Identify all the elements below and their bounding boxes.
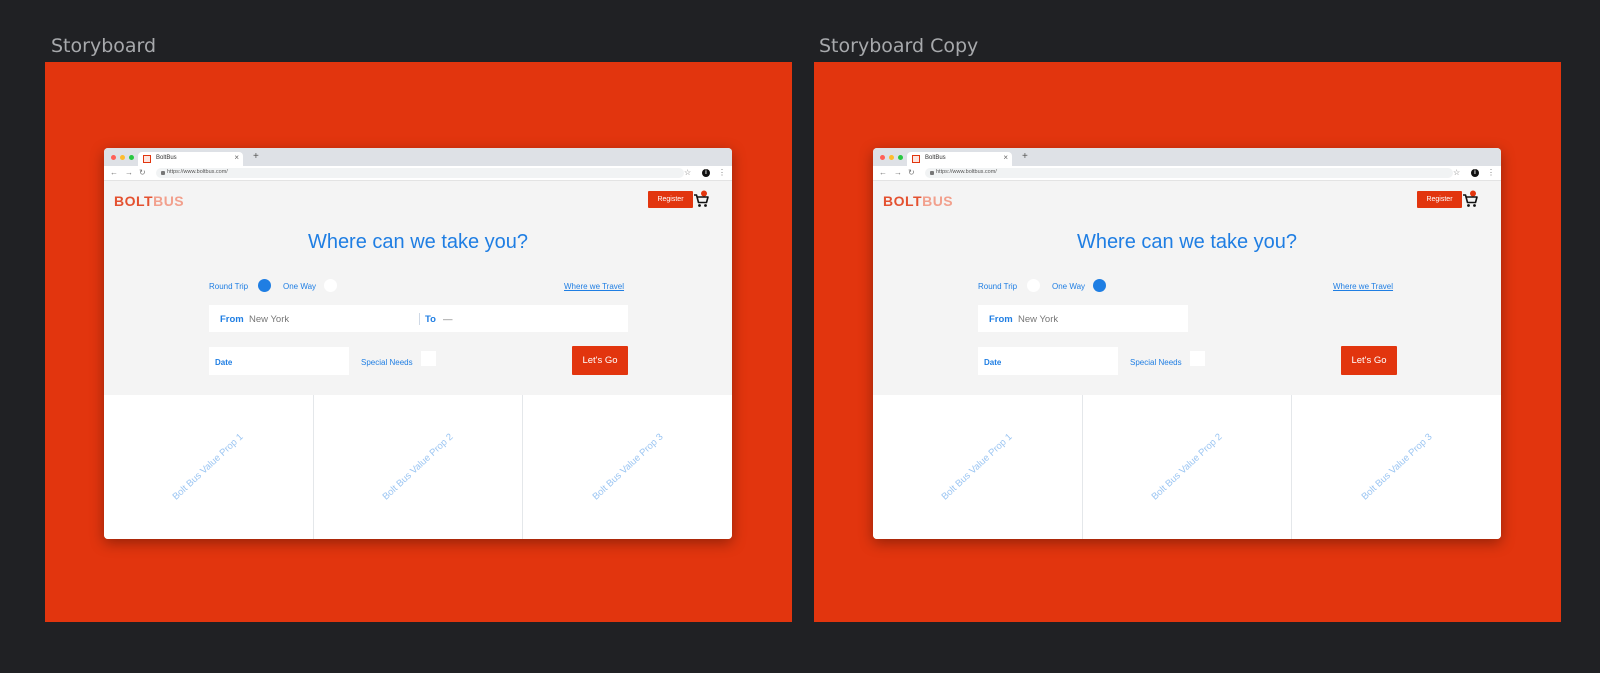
close-icon[interactable]: × <box>1003 153 1008 162</box>
round-trip-label: Round Trip <box>978 282 1018 291</box>
browser-window: BoltBus × + ← → ↻ https://www.boltbus.co… <box>104 148 732 539</box>
value-prop-text: Bolt Bus Value Prop 1 <box>170 431 246 503</box>
value-props: Bolt Bus Value Prop 1 Bolt Bus Value Pro… <box>873 395 1501 539</box>
maximize-window-dot[interactable] <box>129 155 134 160</box>
field-divider <box>419 313 420 325</box>
from-label: From <box>220 314 244 325</box>
lock-icon <box>930 171 934 175</box>
one-way-label: One Way <box>283 282 317 291</box>
close-window-dot[interactable] <box>880 155 885 160</box>
value-prop-text: Bolt Bus Value Prop 3 <box>1359 431 1435 503</box>
where-we-travel-link[interactable]: Where we Travel <box>1333 282 1393 291</box>
reload-icon[interactable]: ↻ <box>908 168 915 178</box>
one-way-label: One Way <box>1052 282 1086 291</box>
to-input[interactable]: — <box>443 314 453 325</box>
special-needs-checkbox[interactable] <box>421 351 436 366</box>
address-bar: ← → ↻ https://www.boltbus.com/ ☆ i ⋮ <box>873 166 1501 181</box>
forward-arrow-icon[interactable]: → <box>125 168 133 178</box>
reload-icon[interactable]: ↻ <box>139 168 146 178</box>
date-field[interactable]: Date <box>978 347 1118 375</box>
url-field[interactable]: https://www.boltbus.com/ <box>156 168 684 178</box>
round-trip-label: Round Trip <box>209 282 249 291</box>
page-title: Where can we take you? <box>1076 231 1298 253</box>
menu-dots-icon[interactable]: ⋮ <box>1487 168 1495 178</box>
page-title: Where can we take you? <box>307 231 529 253</box>
date-label: Date <box>215 358 233 367</box>
artboard-title: Storyboard <box>51 35 157 57</box>
special-needs-checkbox[interactable] <box>1190 351 1205 366</box>
extension-icon[interactable]: i <box>1471 169 1479 177</box>
one-way-radio[interactable] <box>324 279 337 292</box>
browser-tab[interactable]: BoltBus × <box>138 152 243 166</box>
from-label: From <box>989 314 1013 325</box>
close-icon[interactable]: × <box>234 153 239 162</box>
value-prop-card: Bolt Bus Value Prop 2 <box>1082 395 1293 539</box>
extension-icon[interactable]: i <box>702 169 710 177</box>
where-we-travel-link[interactable]: Where we Travel <box>564 282 624 291</box>
value-prop-card: Bolt Bus Value Prop 1 <box>104 395 314 539</box>
back-arrow-icon[interactable]: ← <box>879 168 887 178</box>
shopping-cart-icon[interactable] <box>1462 190 1478 208</box>
url-field[interactable]: https://www.boltbus.com/ <box>925 168 1453 178</box>
minimize-window-dot[interactable] <box>889 155 894 160</box>
menu-dots-icon[interactable]: ⋮ <box>718 168 726 178</box>
plus-icon[interactable]: + <box>1022 151 1028 163</box>
value-prop-text: Bolt Bus Value Prop 2 <box>380 431 456 503</box>
value-prop-card: Bolt Bus Value Prop 3 <box>523 395 732 539</box>
value-prop-text: Bolt Bus Value Prop 1 <box>939 431 1015 503</box>
lock-icon <box>161 171 165 175</box>
plus-icon[interactable]: + <box>253 151 259 163</box>
date-label: Date <box>984 358 1002 367</box>
one-way-radio[interactable] <box>1093 279 1106 292</box>
value-prop-text: Bolt Bus Value Prop 3 <box>590 431 666 503</box>
value-prop-text: Bolt Bus Value Prop 2 <box>1149 431 1225 503</box>
boltbus-logo[interactable]: BOLTBUS <box>883 193 953 209</box>
shopping-cart-icon[interactable] <box>693 190 709 208</box>
tab-title: BoltBus <box>925 155 946 161</box>
maximize-window-dot[interactable] <box>898 155 903 160</box>
lets-go-button[interactable]: Let's Go <box>1341 346 1397 375</box>
star-icon[interactable]: ☆ <box>1453 168 1460 178</box>
value-prop-card: Bolt Bus Value Prop 3 <box>1292 395 1501 539</box>
round-trip-radio[interactable] <box>258 279 271 292</box>
from-input[interactable]: New York <box>1018 314 1058 325</box>
favicon-icon <box>143 155 151 163</box>
route-input: From New York <box>978 305 1188 332</box>
boltbus-logo[interactable]: BOLTBUS <box>114 193 184 209</box>
close-window-dot[interactable] <box>111 155 116 160</box>
tab-bar: BoltBus × + <box>873 148 1501 166</box>
browser-tab[interactable]: BoltBus × <box>907 152 1012 166</box>
star-icon[interactable]: ☆ <box>684 168 691 178</box>
register-button[interactable]: Register <box>648 191 693 208</box>
special-needs-label: Special Needs <box>1130 358 1182 367</box>
address-bar: ← → ↻ https://www.boltbus.com/ ☆ i ⋮ <box>104 166 732 181</box>
boltbus-page: BOLTBUS Register Where can we take you? … <box>104 181 732 539</box>
url-text: https://www.boltbus.com/ <box>167 169 228 175</box>
artboard-storyboard: BoltBus × + ← → ↻ https://www.boltbus.co… <box>45 62 792 622</box>
tab-title: BoltBus <box>156 155 177 161</box>
value-prop-card: Bolt Bus Value Prop 2 <box>313 395 524 539</box>
artboard-title: Storyboard Copy <box>819 35 979 57</box>
tab-bar: BoltBus × + <box>104 148 732 166</box>
to-label: To <box>425 314 436 325</box>
favicon-icon <box>912 155 920 163</box>
minimize-window-dot[interactable] <box>120 155 125 160</box>
date-field[interactable]: Date <box>209 347 349 375</box>
back-arrow-icon[interactable]: ← <box>110 168 118 178</box>
value-props: Bolt Bus Value Prop 1 Bolt Bus Value Pro… <box>104 395 732 539</box>
artboard-storyboard-copy: BoltBus × + ← → ↻ https://www.boltbus.co… <box>814 62 1561 622</box>
url-text: https://www.boltbus.com/ <box>936 169 997 175</box>
value-prop-card: Bolt Bus Value Prop 1 <box>873 395 1083 539</box>
route-input: From New York To — <box>209 305 628 332</box>
register-button[interactable]: Register <box>1417 191 1462 208</box>
forward-arrow-icon[interactable]: → <box>894 168 902 178</box>
round-trip-radio[interactable] <box>1027 279 1040 292</box>
boltbus-page: BOLTBUS Register Where can we take you? … <box>873 181 1501 539</box>
browser-window: BoltBus × + ← → ↻ https://www.boltbus.co… <box>873 148 1501 539</box>
special-needs-label: Special Needs <box>361 358 413 367</box>
lets-go-button[interactable]: Let's Go <box>572 346 628 375</box>
from-input[interactable]: New York <box>249 314 289 325</box>
